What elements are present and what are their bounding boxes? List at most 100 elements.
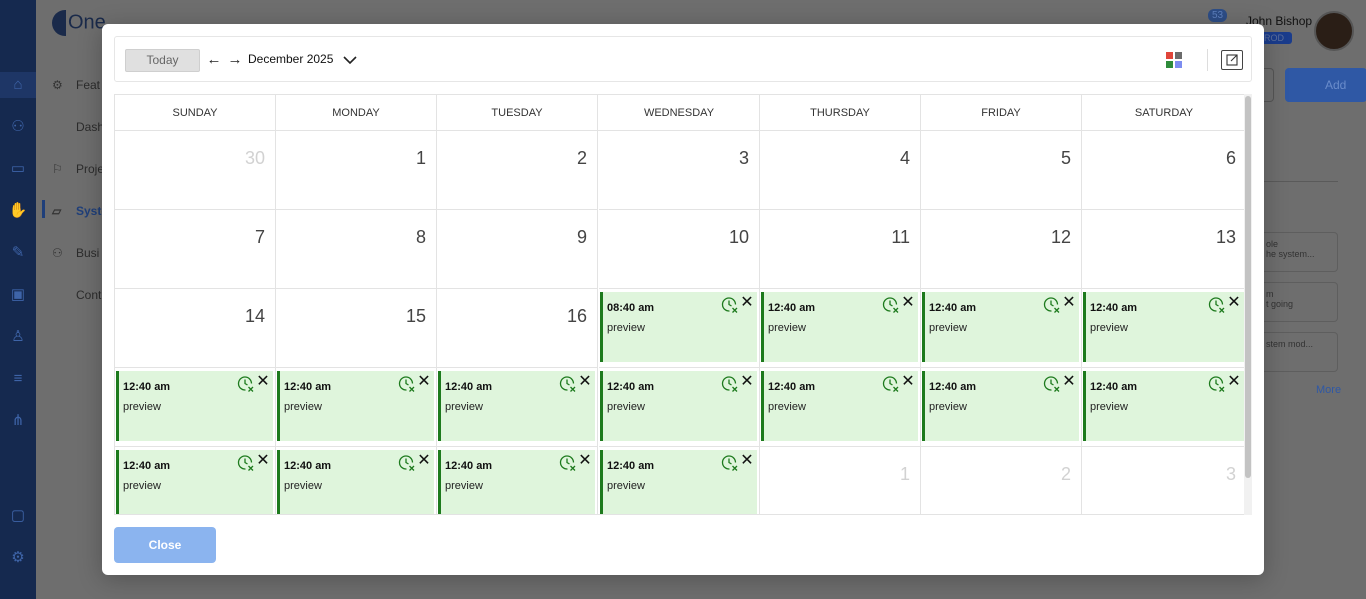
close-icon[interactable]: ✕ — [1062, 374, 1076, 390]
close-icon[interactable]: ✕ — [417, 374, 431, 390]
close-icon[interactable]: ✕ — [1062, 295, 1076, 311]
clock-cancel-icon[interactable] — [1043, 375, 1061, 393]
day-cell[interactable]: 12:40 am preview ✕ — [599, 447, 760, 514]
event-card[interactable]: 12:40 am preview ✕ — [116, 371, 273, 441]
clock-cancel-icon[interactable] — [721, 296, 739, 314]
more-link: More — [1316, 384, 1342, 396]
open-external-icon[interactable] — [1221, 50, 1243, 70]
day-cell[interactable]: 12:40 am preview ✕ — [921, 289, 1082, 368]
day-cell[interactable]: 12:40 am preview ✕ — [760, 289, 921, 368]
close-icon[interactable]: ✕ — [578, 453, 592, 469]
day-cell[interactable]: 3 — [599, 131, 760, 210]
weekday-sunday: SUNDAY — [115, 95, 276, 131]
day-cell[interactable]: 3 — [1082, 447, 1245, 514]
day-cell[interactable]: 1 — [760, 447, 921, 514]
day-cell[interactable]: 16 — [437, 289, 598, 368]
scrollbar-thumb[interactable] — [1245, 96, 1251, 478]
event-card[interactable]: 12:40 am preview ✕ — [600, 371, 757, 441]
close-icon[interactable]: ✕ — [740, 295, 754, 311]
event-time: 12:40 am — [1090, 381, 1138, 393]
event-card[interactable]: 12:40 am preview ✕ — [277, 450, 434, 514]
event-card[interactable]: 12:40 am preview ✕ — [277, 371, 434, 441]
event-title: preview — [607, 480, 645, 492]
chevron-down-icon[interactable] — [341, 50, 359, 70]
day-cell[interactable]: 12:40 am preview ✕ — [115, 368, 276, 447]
event-card[interactable]: 12:40 am preview ✕ — [438, 450, 595, 514]
day-cell[interactable]: 12:40 am preview ✕ — [599, 368, 760, 447]
day-cell[interactable]: 5 — [921, 131, 1082, 210]
clock-cancel-icon[interactable] — [1043, 296, 1061, 314]
clock-cancel-icon[interactable] — [1208, 296, 1226, 314]
close-icon[interactable]: ✕ — [901, 374, 915, 390]
event-card[interactable]: 08:40 am preview ✕ — [600, 292, 757, 362]
clock-cancel-icon[interactable] — [398, 375, 416, 393]
close-icon[interactable]: ✕ — [1227, 295, 1241, 311]
clock-cancel-icon[interactable] — [1208, 375, 1226, 393]
day-cell[interactable]: 7 — [115, 210, 276, 289]
clock-cancel-icon[interactable] — [882, 296, 900, 314]
event-card[interactable]: 12:40 am preview ✕ — [1083, 292, 1244, 362]
day-cell[interactable]: 1 — [276, 131, 437, 210]
close-icon[interactable]: ✕ — [901, 295, 915, 311]
avatar — [1314, 11, 1354, 51]
day-cell[interactable]: 08:40 am preview ✕ — [599, 289, 760, 368]
close-icon[interactable]: ✕ — [417, 453, 431, 469]
day-cell[interactable]: 12:40 am preview ✕ — [276, 447, 437, 514]
clock-cancel-icon[interactable] — [398, 454, 416, 472]
arrow-left-icon[interactable]: ← — [205, 50, 223, 70]
day-cell[interactable]: 2 — [437, 131, 598, 210]
clock-cancel-icon[interactable] — [559, 375, 577, 393]
day-cell[interactable]: 6 — [1082, 131, 1245, 210]
event-time: 12:40 am — [768, 381, 816, 393]
color-palette-icon[interactable] — [1166, 52, 1182, 68]
event-time: 12:40 am — [284, 460, 332, 472]
day-cell[interactable]: 12:40 am preview ✕ — [1082, 368, 1245, 447]
day-cell[interactable]: 9 — [437, 210, 598, 289]
clock-cancel-icon[interactable] — [721, 454, 739, 472]
clock-cancel-icon[interactable] — [237, 454, 255, 472]
day-cell[interactable]: 12:40 am preview ✕ — [437, 368, 598, 447]
event-card[interactable]: 12:40 am preview ✕ — [116, 450, 273, 514]
event-card[interactable]: 12:40 am preview ✕ — [761, 371, 918, 441]
day-cell[interactable]: 30 — [115, 131, 276, 210]
today-button[interactable]: Today — [125, 49, 200, 72]
background-card: mt going — [1264, 282, 1338, 322]
event-title: preview — [284, 401, 322, 413]
day-cell[interactable]: 4 — [760, 131, 921, 210]
day-cell[interactable]: 12:40 am preview ✕ — [115, 447, 276, 514]
close-icon[interactable]: ✕ — [256, 453, 270, 469]
event-card[interactable]: 12:40 am preview ✕ — [761, 292, 918, 362]
day-cell[interactable]: 11 — [760, 210, 921, 289]
day-cell[interactable]: 12:40 am preview ✕ — [760, 368, 921, 447]
clock-cancel-icon[interactable] — [882, 375, 900, 393]
close-icon[interactable]: ✕ — [740, 453, 754, 469]
clock-cancel-icon[interactable] — [237, 375, 255, 393]
day-cell[interactable]: 14 — [115, 289, 276, 368]
day-number: 16 — [566, 306, 587, 326]
day-cell[interactable]: 10 — [599, 210, 760, 289]
close-icon[interactable]: ✕ — [740, 374, 754, 390]
day-cell[interactable]: 12:40 am preview ✕ — [1082, 289, 1245, 368]
day-cell[interactable]: 2 — [921, 447, 1082, 514]
day-cell[interactable]: 12 — [921, 210, 1082, 289]
clock-cancel-icon[interactable] — [559, 454, 577, 472]
close-icon[interactable]: ✕ — [1227, 374, 1241, 390]
arrow-right-icon[interactable]: → — [226, 50, 244, 70]
close-icon[interactable]: ✕ — [578, 374, 592, 390]
day-number: 1 — [415, 148, 426, 168]
day-number: 13 — [1215, 227, 1236, 247]
event-card[interactable]: 12:40 am preview ✕ — [600, 450, 757, 514]
event-card[interactable]: 12:40 am preview ✕ — [922, 371, 1079, 441]
day-cell[interactable]: 12:40 am preview ✕ — [276, 368, 437, 447]
clock-cancel-icon[interactable] — [721, 375, 739, 393]
day-cell[interactable]: 8 — [276, 210, 437, 289]
event-card[interactable]: 12:40 am preview ✕ — [1083, 371, 1244, 441]
event-card[interactable]: 12:40 am preview ✕ — [922, 292, 1079, 362]
day-cell[interactable]: 15 — [276, 289, 437, 368]
day-cell[interactable]: 12:40 am preview ✕ — [921, 368, 1082, 447]
day-cell[interactable]: 13 — [1082, 210, 1245, 289]
close-icon[interactable]: ✕ — [256, 374, 270, 390]
event-card[interactable]: 12:40 am preview ✕ — [438, 371, 595, 441]
close-button[interactable]: Close — [114, 527, 216, 563]
day-cell[interactable]: 12:40 am preview ✕ — [437, 447, 598, 514]
